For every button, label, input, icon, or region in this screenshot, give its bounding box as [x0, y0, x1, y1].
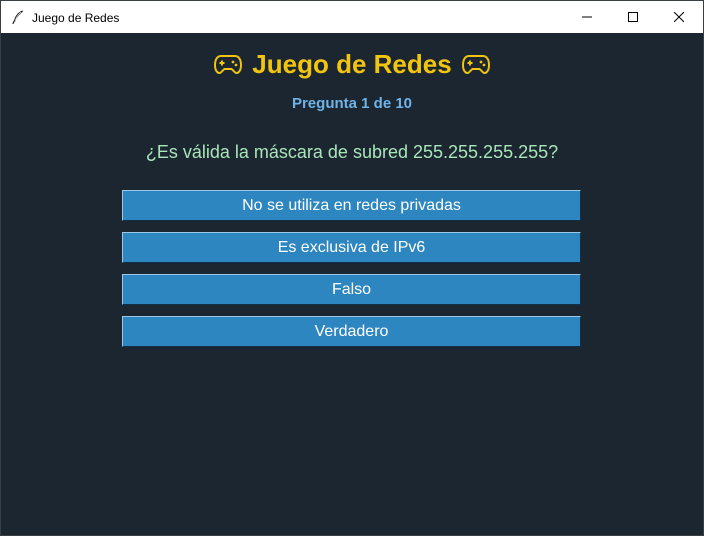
window-title: Juego de Redes	[32, 11, 120, 25]
answer-list: No se utiliza en redes privadas Es exclu…	[122, 190, 581, 358]
maximize-button[interactable]	[610, 1, 656, 33]
minimize-button[interactable]	[564, 1, 610, 33]
close-button[interactable]	[656, 1, 702, 33]
minimize-icon	[582, 12, 592, 22]
gamepad-icon	[461, 53, 490, 75]
page-title-text: Juego de Redes	[252, 48, 452, 79]
answer-button[interactable]: Es exclusiva de IPv6	[122, 232, 581, 263]
gamepad-icon	[214, 53, 243, 75]
app-window: Juego de Redes Juego de Redes Pregunta 1…	[0, 0, 704, 536]
maximize-icon	[628, 12, 638, 22]
answer-button[interactable]: Falso	[122, 274, 581, 305]
title-bar[interactable]: Juego de Redes	[1, 1, 703, 33]
close-icon	[674, 12, 684, 22]
answer-button[interactable]: Verdadero	[122, 316, 581, 347]
question-counter: Pregunta 1 de 10	[291, 95, 413, 112]
question-text: ¿Es válida la máscara de subred 255.255.…	[145, 142, 559, 162]
feather-icon	[10, 9, 26, 25]
answer-button[interactable]: No se utiliza en redes privadas	[122, 190, 581, 221]
game-panel: Juego de Redes Pregunta 1 de 10 ¿Es váli…	[1, 33, 703, 535]
page-title: Juego de Redes	[1, 44, 703, 84]
